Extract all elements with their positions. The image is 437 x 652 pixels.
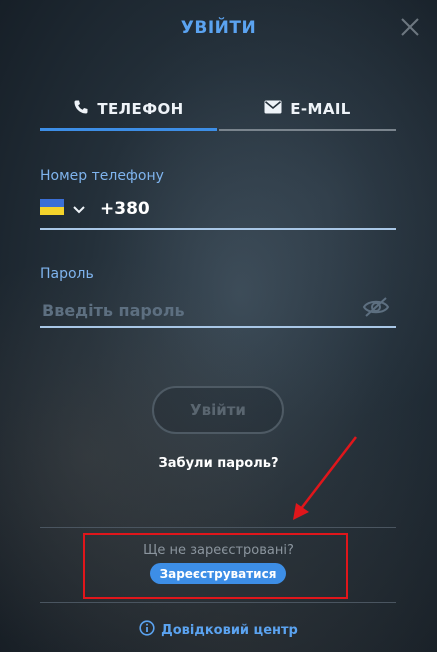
eye-hidden-icon[interactable] [362, 296, 390, 322]
envelope-icon [264, 100, 290, 118]
tab-phone[interactable]: ТЕЛЕФОН [40, 88, 217, 130]
phone-code: +380 [100, 199, 150, 219]
login-tabs: ТЕЛЕФОН E-MAIL [40, 88, 396, 132]
phone-field[interactable]: +380 [40, 194, 396, 228]
tab-active-indicator [40, 128, 217, 131]
tab-phone-label: ТЕЛЕФОН [97, 100, 184, 118]
phone-underline [40, 228, 396, 230]
page-title: УВІЙТИ [180, 18, 257, 38]
ukraine-flag-icon [40, 199, 64, 215]
forgot-password-link[interactable]: Забули пароль? [0, 456, 437, 471]
password-input[interactable] [40, 296, 354, 324]
register-prompt: Ще не зареєстровані? [143, 543, 294, 558]
close-icon[interactable] [399, 16, 421, 38]
login-button[interactable]: Увійти [152, 386, 284, 434]
help-center-link[interactable]: Довідковий центр [0, 620, 437, 640]
register-button[interactable]: Зареєструватися [150, 563, 286, 584]
divider-bottom [40, 602, 396, 603]
password-label: Пароль [40, 266, 94, 282]
tab-email[interactable]: E-MAIL [219, 88, 396, 130]
phone-label: Номер телефону [40, 168, 164, 184]
tab-email-label: E-MAIL [290, 100, 351, 118]
password-underline [40, 326, 396, 328]
tab-inactive-indicator [219, 129, 396, 131]
phone-icon [73, 99, 97, 119]
info-icon [139, 620, 161, 640]
help-center-label: Довідковий центр [161, 622, 298, 638]
divider-top [40, 527, 396, 528]
chevron-down-icon[interactable] [72, 200, 86, 219]
